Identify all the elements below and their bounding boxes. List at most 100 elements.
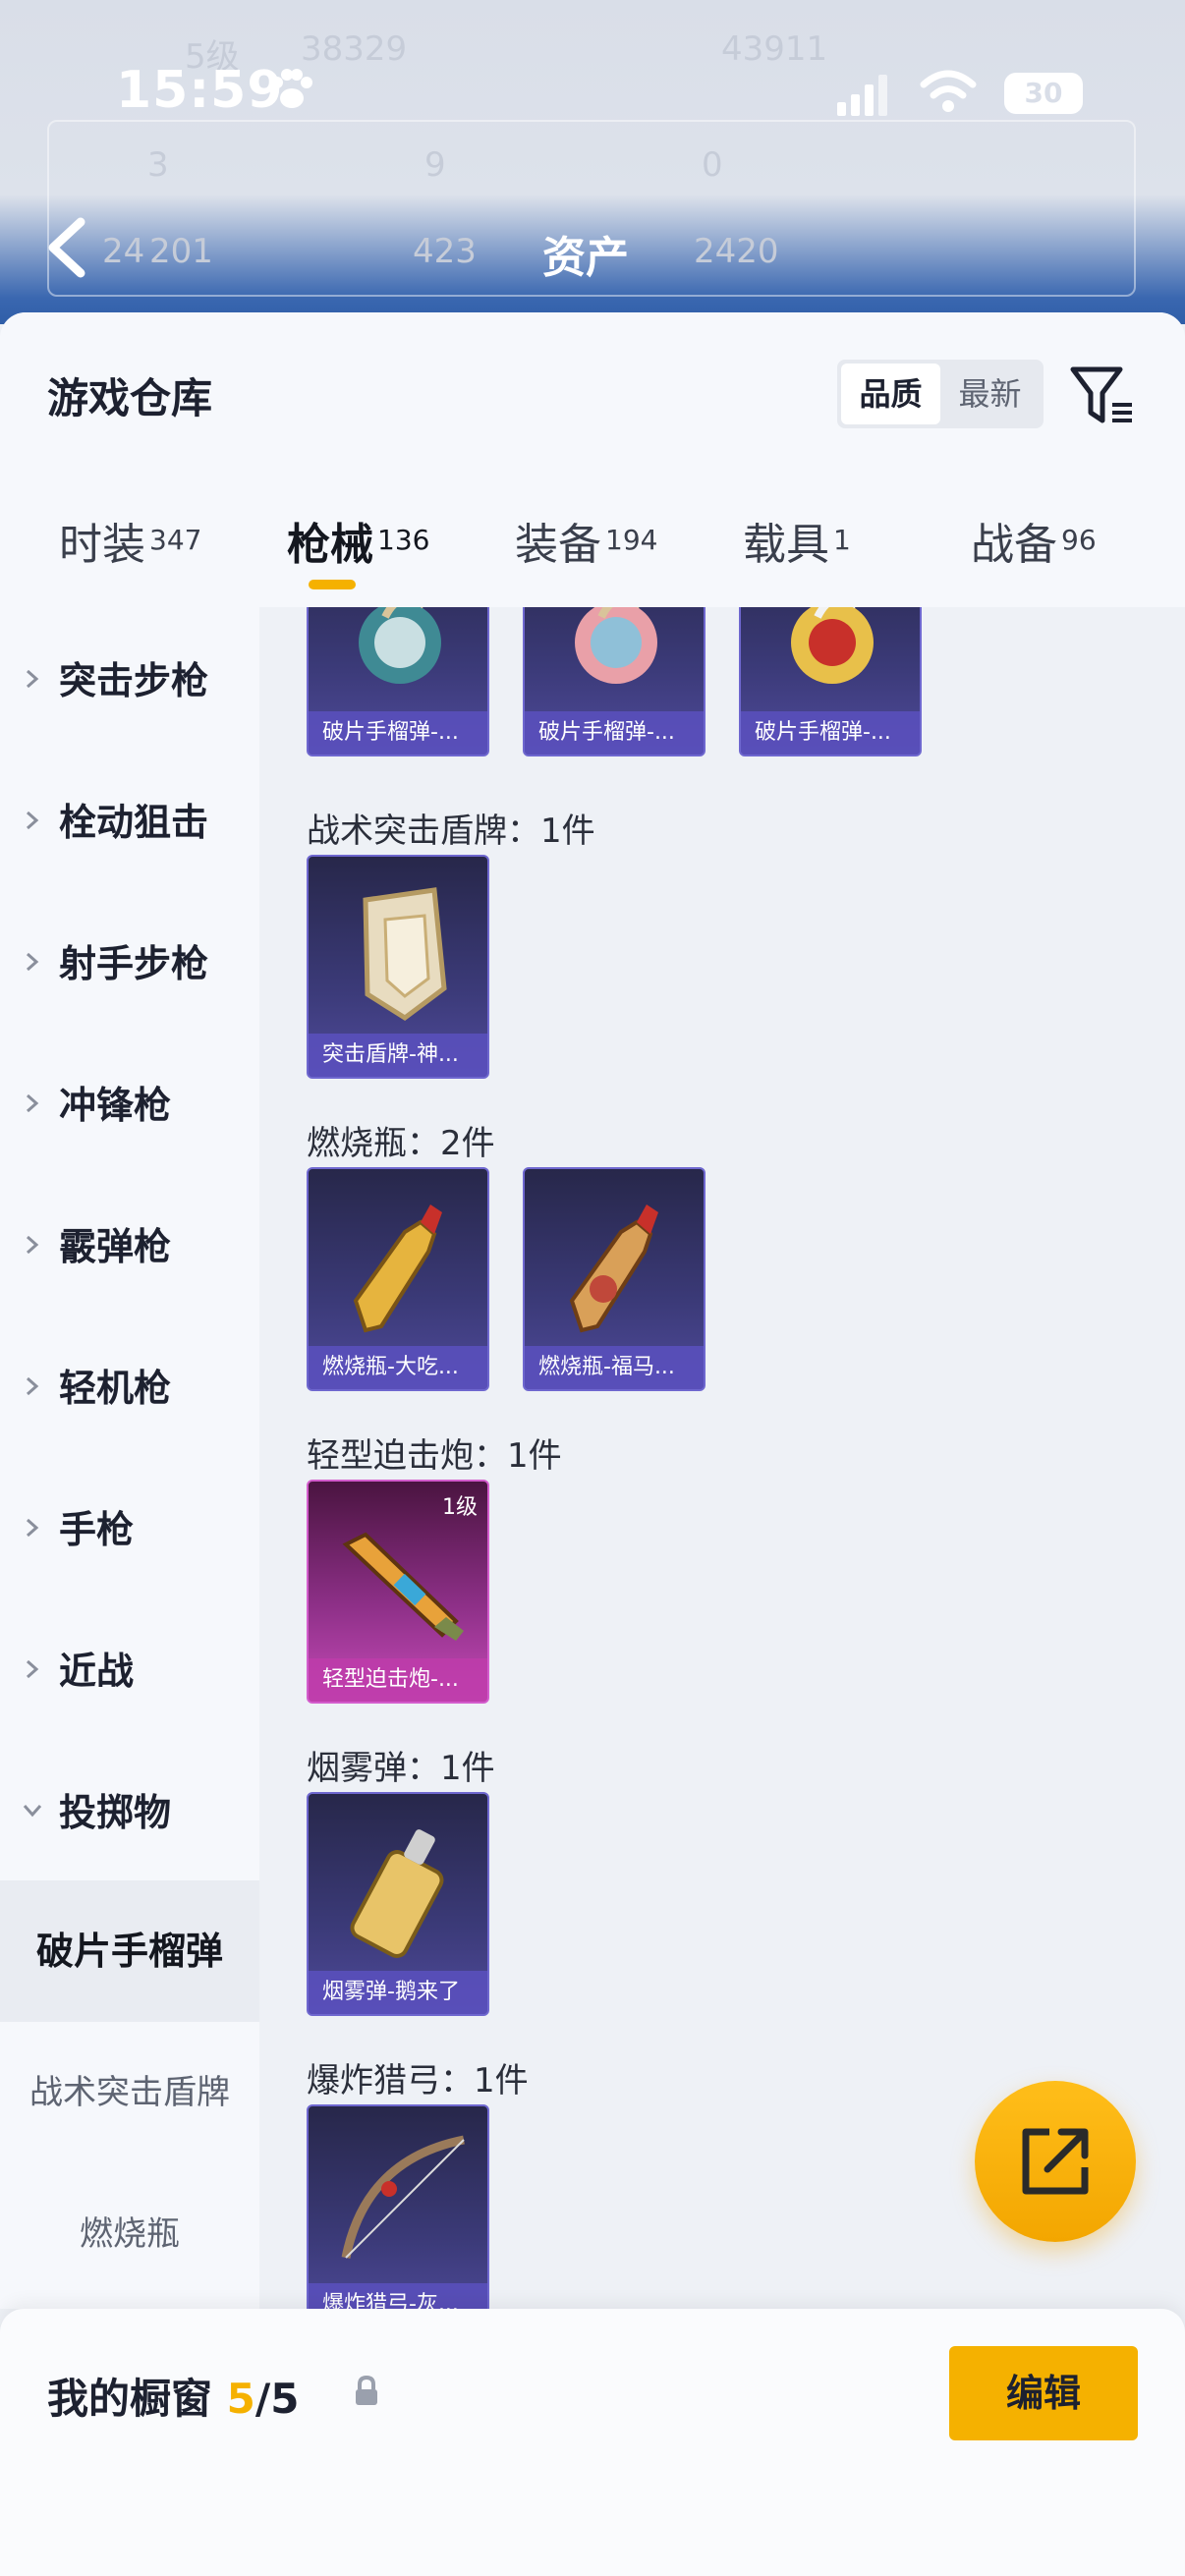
tab-count: 194	[605, 523, 658, 556]
bow-icon	[341, 2135, 465, 2259]
sidebar-item-label: 突击步枪	[59, 659, 209, 702]
item-card[interactable]: 突击盾牌-神...	[307, 855, 489, 1079]
item-card[interactable]: 破片手榴弹-...	[307, 607, 489, 756]
active-tab-indicator	[309, 580, 356, 589]
grenade-icon	[791, 607, 874, 684]
filter-icon[interactable]	[1069, 362, 1136, 428]
chevron-right-icon	[27, 1376, 39, 1396]
sidebar-item-melee[interactable]: 近战	[0, 1597, 259, 1739]
group-title: 燃烧瓶：2件	[307, 1124, 495, 1163]
sidebar-sub-molotov[interactable]: 燃烧瓶	[0, 2163, 259, 2305]
tab-label: 战备	[971, 520, 1057, 570]
tab-count: 96	[1061, 523, 1097, 556]
sidebar-item-throwables[interactable]: 投掷物	[0, 1739, 259, 1880]
sort-option-quality[interactable]: 品质	[841, 364, 940, 424]
sort-toggle: 品质 最新	[837, 360, 1044, 428]
tab-count: 347	[149, 523, 202, 556]
sidebar-item-shotgun[interactable]: 霰弹枪	[0, 1173, 259, 1315]
chevron-right-icon	[27, 1518, 39, 1538]
item-name: 破片手榴弹-...	[741, 711, 920, 755]
chevron-right-icon	[27, 1659, 39, 1679]
sidebar-item-label: 霰弹枪	[59, 1225, 172, 1268]
item-name: 轻型迫击炮-...	[309, 1658, 487, 1702]
ghost-stat-7: 2420	[694, 232, 779, 271]
ghost-stat-5: 201	[149, 232, 213, 271]
showcase-title: 我的橱窗	[47, 2375, 213, 2423]
sidebar-item-pistol[interactable]: 手枪	[0, 1456, 259, 1597]
tab-label: 时装	[59, 520, 145, 570]
tab-equipment[interactable]: 装备 194	[515, 509, 657, 607]
share-button[interactable]	[975, 2081, 1136, 2242]
item-card[interactable]: 破片手榴弹-...	[523, 607, 705, 756]
item-card[interactable]: 爆炸猎弓-灰...	[307, 2104, 489, 2309]
sidebar-item-smg[interactable]: 冲锋枪	[0, 1032, 259, 1173]
sidebar-item-marksman-rifle[interactable]: 射手步枪	[0, 890, 259, 1032]
group-title: 烟雾弹：1件	[307, 1749, 495, 1788]
chevron-right-icon	[27, 669, 39, 689]
ghost-stat-4: 24	[102, 232, 145, 271]
tab-label: 枪械	[287, 520, 373, 570]
item-name: 燃烧瓶-大吃...	[309, 1346, 487, 1389]
item-name: 破片手榴弹-...	[309, 711, 487, 755]
item-card[interactable]: 燃烧瓶-福马...	[523, 1167, 705, 1391]
sidebar-item-lmg[interactable]: 轻机枪	[0, 1315, 259, 1456]
tab-vehicles[interactable]: 载具 1	[743, 509, 851, 607]
grenade-icon	[359, 607, 441, 684]
edit-button[interactable]: 编辑	[949, 2346, 1138, 2440]
tab-label: 载具	[743, 520, 829, 570]
sidebar-item-label: 手枪	[59, 1508, 135, 1551]
sort-option-newest[interactable]: 最新	[940, 364, 1040, 424]
showcase-label: 我的橱窗 5/5	[47, 2366, 299, 2426]
sidebar-item-bolt-sniper[interactable]: 栓动狙击	[0, 749, 259, 890]
top-background: 5级 38329 43911 3 9 0 24 201 423 2420 15:…	[0, 0, 1185, 324]
ghost-stat-1: 3	[147, 145, 169, 185]
sidebar-sub-assault-shield[interactable]: 战术突击盾牌	[0, 2022, 259, 2163]
showcase-bar: 我的橱窗 5/5 编辑	[0, 2309, 1185, 2576]
sidebar-item-assault-rifle[interactable]: 突击步枪	[0, 607, 259, 749]
tab-fashion[interactable]: 时装 347	[59, 509, 201, 607]
sidebar-item-label: 近战	[59, 1650, 135, 1693]
sheet-header: 游戏仓库 品质 最新 时装 347 枪械 136 装备 194 载具 1 战备 …	[0, 312, 1185, 607]
ghost-stat-2: 9	[424, 145, 446, 185]
item-name: 爆炸猎弓-灰...	[309, 2283, 487, 2309]
paw-icon	[271, 69, 312, 108]
sidebar: 突击步枪 栓动狙击 射手步枪 冲锋枪 霰弹枪 轻机枪 手枪 近战 投掷物 破片手…	[0, 607, 259, 2309]
tab-label: 装备	[515, 520, 601, 570]
tab-tactical[interactable]: 战备 96	[971, 509, 1097, 607]
signal-icon	[837, 75, 887, 116]
warehouse-sheet: 游戏仓库 品质 最新 时装 347 枪械 136 装备 194 载具 1 战备 …	[0, 312, 1185, 2576]
sidebar-sub-frag-grenade[interactable]: 破片手榴弹	[0, 1880, 259, 2022]
item-name: 燃烧瓶-福马...	[525, 1346, 704, 1389]
chevron-right-icon	[27, 1093, 39, 1113]
group-title: 爆炸猎弓：1件	[307, 2061, 529, 2100]
ghost-stat-3: 0	[702, 145, 723, 185]
tab-count: 1	[833, 523, 851, 556]
sidebar-item-label: 冲锋枪	[59, 1084, 172, 1127]
tab-firearms[interactable]: 枪械 136	[287, 509, 429, 607]
item-card[interactable]: 烟雾弹-鹅来了	[307, 1792, 489, 2016]
sidebar-item-label: 栓动狙击	[59, 801, 209, 844]
item-card[interactable]: 破片手榴弹-...	[739, 607, 922, 756]
item-card[interactable]: 1级 轻型迫击炮-...	[307, 1480, 489, 1704]
sheet-title: 游戏仓库	[47, 374, 213, 422]
shield-icon	[363, 887, 447, 1022]
sidebar-item-label: 射手步枪	[59, 942, 209, 985]
back-arrow-icon[interactable]	[45, 216, 88, 279]
sidebar-item-label: 投掷物	[59, 1791, 172, 1834]
item-card[interactable]: 燃烧瓶-大吃...	[307, 1167, 489, 1391]
ghost-value-2: 43911	[721, 29, 828, 69]
ghost-value: 38329	[301, 29, 408, 69]
lock-icon	[356, 2376, 377, 2405]
chevron-right-icon	[27, 1235, 39, 1255]
molotov-icon	[353, 1204, 442, 1333]
share-icon	[1022, 2128, 1089, 2195]
grenade-icon	[575, 607, 657, 684]
battery-indicator: 30	[1004, 73, 1083, 114]
group-title: 轻型迫击炮：1件	[307, 1436, 562, 1476]
item-name: 突击盾牌-神...	[309, 1034, 487, 1077]
ghost-stat-6: 423	[413, 232, 477, 271]
item-name: 破片手榴弹-...	[525, 711, 704, 755]
wifi-icon	[920, 70, 977, 112]
group-title: 战术突击盾牌：1件	[307, 812, 595, 851]
chevron-right-icon	[27, 952, 39, 972]
